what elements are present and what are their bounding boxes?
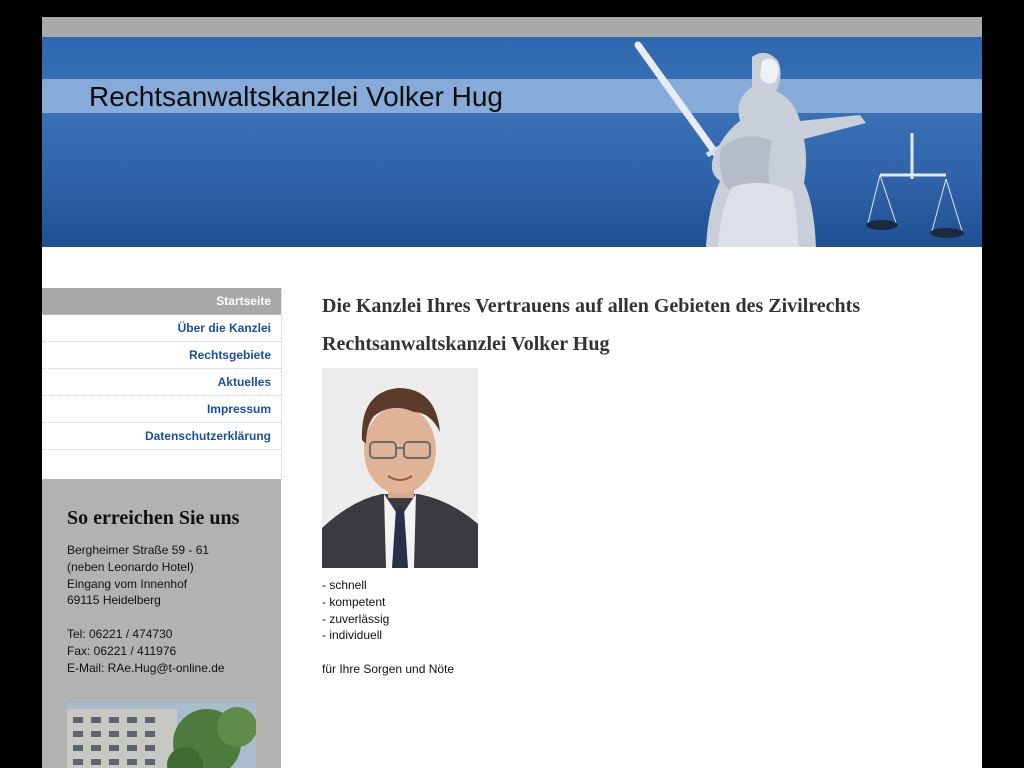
page: Rechtsanwaltskanzlei Volker Hug Startsei… [42,17,982,768]
nav-item-über-die-kanzlei[interactable]: Über die Kanzlei [42,315,281,342]
fax-line: Fax: 06221 / 411976 [67,643,177,658]
closing-text: für Ihre Sorgen und Nöte [322,661,455,676]
quality-item: - schnell [322,578,367,592]
quality-item: - individuell [322,628,383,643]
portrait-photo [322,368,478,568]
main-navigation: Startseite Über die Kanzlei Rechtsgebiete A… [42,288,282,480]
email-line: E-Mail: RAe.Hug@t-online.de [67,660,225,675]
address-block: Bergheimer Straße 59 - 61 (neben Leonard… [67,542,225,676]
address-line: (neben Leonardo Hotel) [67,559,194,574]
address-line: Bergheimer Straße 59 - 61 [67,543,210,557]
nav-item-datenschutzerklärung[interactable]: Datenschutzerklärung [42,423,281,450]
sidebar-heading: So erreichen Sie uns [67,507,240,529]
phone-line: Tel: 06221 / 474730 [67,626,173,641]
nav-item-impressum[interactable]: Impressum [42,396,281,423]
nav-item-aktuelles[interactable]: Aktuelles [42,369,281,396]
page-heading: Die Kanzlei Ihres Vertrauens auf allen G… [322,295,861,317]
building-photo [67,703,256,768]
quality-item: - kompetent [322,594,386,609]
address-line: 69115 Heidelberg [67,593,161,608]
address-line: Eingang vom Innenhof [67,576,188,591]
page-subheading: Rechtsanwaltskanzlei Volker Hug [322,333,610,355]
justitia-statue-image [634,41,964,247]
contact-sidebar: So erreichen Sie uns Bergheimer Straße 5… [42,479,281,768]
header-banner: Rechtsanwaltskanzlei Volker Hug [42,37,982,247]
qualities-list: - schnell - kompetent - zuverlässig - in… [322,577,454,678]
nav-item-startseite[interactable]: Startseite [42,288,281,315]
top-bar [42,17,982,37]
quality-item: - zuverlässig [322,611,390,626]
site-title: Rechtsanwaltskanzlei Volker Hug [89,81,503,112]
nav-item-rechtsgebiete[interactable]: Rechtsgebiete [42,342,281,369]
